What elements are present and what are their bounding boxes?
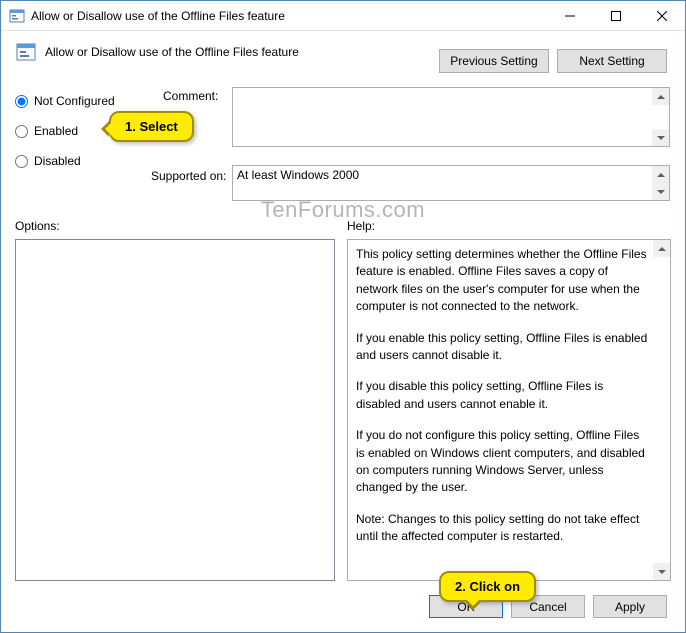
radio-enabled[interactable] [15,125,28,138]
scroll-down-icon[interactable] [652,183,669,200]
radio-enabled-label[interactable]: Enabled [34,124,78,138]
supported-on-label: Supported on: [151,169,226,183]
close-button[interactable] [639,1,685,31]
policy-icon [15,41,37,63]
titlebar: Allow or Disallow use of the Offline Fil… [1,1,685,31]
options-panel [15,239,335,581]
scroll-down-icon[interactable] [652,129,669,146]
help-paragraph: If you enable this policy setting, Offli… [356,330,650,365]
nav-buttons: Previous Setting Next Setting [439,49,667,73]
previous-setting-button[interactable]: Previous Setting [439,49,549,73]
scroll-up-icon[interactable] [652,166,669,183]
help-paragraph: If you do not configure this policy sett… [356,427,650,497]
comment-textarea[interactable] [232,87,670,147]
help-paragraph: Note: Changes to this policy setting do … [356,511,650,546]
annotation-callout-2: 2. Click on [439,571,536,602]
window-title: Allow or Disallow use of the Offline Fil… [31,9,547,23]
radio-disabled[interactable] [15,155,28,168]
supported-on-box: At least Windows 2000 [232,165,670,201]
help-paragraph: If you disable this policy setting, Offl… [356,378,650,413]
help-panel: This policy setting determines whether t… [347,239,671,581]
radio-not-configured-label[interactable]: Not Configured [34,94,115,108]
options-label: Options: [15,219,60,233]
scroll-up-icon[interactable] [653,240,670,257]
scroll-down-icon[interactable] [653,563,670,580]
scroll-up-icon[interactable] [652,88,669,105]
app-icon [9,8,25,24]
minimize-button[interactable] [547,1,593,31]
maximize-button[interactable] [593,1,639,31]
apply-button[interactable]: Apply [593,595,667,618]
annotation-callout-1: 1. Select [109,111,194,142]
radio-not-configured[interactable] [15,95,28,108]
next-setting-button[interactable]: Next Setting [557,49,667,73]
radio-disabled-label[interactable]: Disabled [34,154,81,168]
help-paragraph: This policy setting determines whether t… [356,246,650,316]
comment-label: Comment: [163,89,218,103]
supported-on-text: At least Windows 2000 [237,168,359,182]
help-label: Help: [347,219,375,233]
